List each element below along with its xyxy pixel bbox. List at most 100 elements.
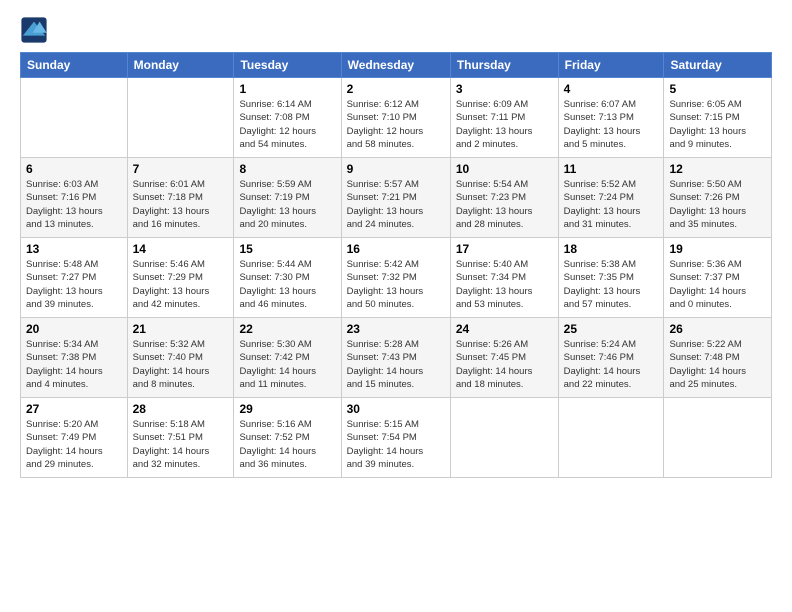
day-number: 5: [669, 82, 766, 96]
day-info: Sunrise: 5:32 AM Sunset: 7:40 PM Dayligh…: [133, 338, 229, 391]
calendar-cell: 2 Sunrise: 6:12 AM Sunset: 7:10 PM Daylig…: [341, 78, 450, 158]
day-info: Sunrise: 5:20 AM Sunset: 7:49 PM Dayligh…: [26, 418, 122, 471]
day-number: 3: [456, 82, 553, 96]
day-info: Sunrise: 5:44 AM Sunset: 7:30 PM Dayligh…: [239, 258, 335, 311]
day-number: 1: [239, 82, 335, 96]
page: SundayMondayTuesdayWednesdayThursdayFrid…: [0, 0, 792, 612]
day-info: Sunrise: 6:07 AM Sunset: 7:13 PM Dayligh…: [564, 98, 659, 151]
calendar-week-3: 13 Sunrise: 5:48 AM Sunset: 7:27 PM Dayli…: [21, 238, 772, 318]
day-number: 2: [347, 82, 445, 96]
day-info: Sunrise: 5:48 AM Sunset: 7:27 PM Dayligh…: [26, 258, 122, 311]
calendar-cell: 18Sunrise: 5:38 AM Sunset: 7:35 PM Dayli…: [558, 238, 664, 318]
calendar-cell: 28 Sunrise: 5:18 AM Sunset: 7:51 PM Dayli…: [127, 398, 234, 478]
calendar-cell: [21, 78, 128, 158]
calendar-week-5: 27 Sunrise: 5:20 AM Sunset: 7:49 PM Dayli…: [21, 398, 772, 478]
day-number: 27: [26, 402, 122, 416]
day-number: 25: [564, 322, 659, 336]
calendar-week-1: 1 Sunrise: 6:14 AM Sunset: 7:08 PM Daylig…: [21, 78, 772, 158]
day-info: Sunrise: 5:46 AM Sunset: 7:29 PM Dayligh…: [133, 258, 229, 311]
day-info: Sunrise: 6:09 AM Sunset: 7:11 PM Dayligh…: [456, 98, 553, 151]
day-info: Sunrise: 5:26 AM Sunset: 7:45 PM Dayligh…: [456, 338, 553, 391]
day-info: Sunrise: 5:50 AM Sunset: 7:26 PM Dayligh…: [669, 178, 766, 231]
day-info: Sunrise: 5:42 AM Sunset: 7:32 PM Dayligh…: [347, 258, 445, 311]
day-number: 26: [669, 322, 766, 336]
day-number: 28: [133, 402, 229, 416]
calendar-cell: 15 Sunrise: 5:44 AM Sunset: 7:30 PM Dayli…: [234, 238, 341, 318]
calendar-cell: 6 Sunrise: 6:03 AM Sunset: 7:16 PM Daylig…: [21, 158, 128, 238]
calendar-cell: 8Sunrise: 5:59 AM Sunset: 7:19 PM Daylig…: [234, 158, 341, 238]
calendar-cell: 16 Sunrise: 5:42 AM Sunset: 7:32 PM Dayli…: [341, 238, 450, 318]
day-info: Sunrise: 6:05 AM Sunset: 7:15 PM Dayligh…: [669, 98, 766, 151]
calendar-cell: 12Sunrise: 5:50 AM Sunset: 7:26 PM Dayli…: [664, 158, 772, 238]
calendar-cell: [450, 398, 558, 478]
calendar-cell: 24 Sunrise: 5:26 AM Sunset: 7:45 PM Dayli…: [450, 318, 558, 398]
day-number: 8: [239, 162, 335, 176]
day-info: Sunrise: 5:54 AM Sunset: 7:23 PM Dayligh…: [456, 178, 553, 231]
day-number: 16: [347, 242, 445, 256]
day-number: 11: [564, 162, 659, 176]
day-info: Sunrise: 5:22 AM Sunset: 7:48 PM Dayligh…: [669, 338, 766, 391]
day-info: Sunrise: 5:36 AM Sunset: 7:37 PM Dayligh…: [669, 258, 766, 311]
calendar-cell: 19 Sunrise: 5:36 AM Sunset: 7:37 PM Dayli…: [664, 238, 772, 318]
day-header-monday: Monday: [127, 53, 234, 78]
calendar-cell: 1 Sunrise: 6:14 AM Sunset: 7:08 PM Daylig…: [234, 78, 341, 158]
calendar-cell: [558, 398, 664, 478]
calendar-header-row: SundayMondayTuesdayWednesdayThursdayFrid…: [21, 53, 772, 78]
calendar-cell: 11 Sunrise: 5:52 AM Sunset: 7:24 PM Dayli…: [558, 158, 664, 238]
calendar-cell: 21 Sunrise: 5:32 AM Sunset: 7:40 PM Dayli…: [127, 318, 234, 398]
day-number: 10: [456, 162, 553, 176]
day-header-sunday: Sunday: [21, 53, 128, 78]
day-info: Sunrise: 5:52 AM Sunset: 7:24 PM Dayligh…: [564, 178, 659, 231]
calendar-cell: 4Sunrise: 6:07 AM Sunset: 7:13 PM Daylig…: [558, 78, 664, 158]
calendar-cell: 20 Sunrise: 5:34 AM Sunset: 7:38 PM Dayli…: [21, 318, 128, 398]
calendar-cell: 14 Sunrise: 5:46 AM Sunset: 7:29 PM Dayli…: [127, 238, 234, 318]
calendar-cell: 5 Sunrise: 6:05 AM Sunset: 7:15 PM Daylig…: [664, 78, 772, 158]
day-info: Sunrise: 5:34 AM Sunset: 7:38 PM Dayligh…: [26, 338, 122, 391]
calendar-cell: 7 Sunrise: 6:01 AM Sunset: 7:18 PM Daylig…: [127, 158, 234, 238]
calendar-cell: 30 Sunrise: 5:15 AM Sunset: 7:54 PM Dayli…: [341, 398, 450, 478]
day-number: 14: [133, 242, 229, 256]
calendar-cell: 3 Sunrise: 6:09 AM Sunset: 7:11 PM Daylig…: [450, 78, 558, 158]
day-header-thursday: Thursday: [450, 53, 558, 78]
header: [20, 16, 772, 44]
calendar-week-2: 6 Sunrise: 6:03 AM Sunset: 7:16 PM Daylig…: [21, 158, 772, 238]
calendar-cell: 29 Sunrise: 5:16 AM Sunset: 7:52 PM Dayli…: [234, 398, 341, 478]
day-number: 19: [669, 242, 766, 256]
day-info: Sunrise: 6:01 AM Sunset: 7:18 PM Dayligh…: [133, 178, 229, 231]
calendar-cell: 22 Sunrise: 5:30 AM Sunset: 7:42 PM Dayli…: [234, 318, 341, 398]
day-info: Sunrise: 6:12 AM Sunset: 7:10 PM Dayligh…: [347, 98, 445, 151]
day-info: Sunrise: 5:16 AM Sunset: 7:52 PM Dayligh…: [239, 418, 335, 471]
day-number: 17: [456, 242, 553, 256]
day-info: Sunrise: 5:57 AM Sunset: 7:21 PM Dayligh…: [347, 178, 445, 231]
day-number: 20: [26, 322, 122, 336]
day-info: Sunrise: 5:30 AM Sunset: 7:42 PM Dayligh…: [239, 338, 335, 391]
calendar-cell: 17 Sunrise: 5:40 AM Sunset: 7:34 PM Dayli…: [450, 238, 558, 318]
day-number: 9: [347, 162, 445, 176]
day-number: 30: [347, 402, 445, 416]
day-info: Sunrise: 5:38 AM Sunset: 7:35 PM Dayligh…: [564, 258, 659, 311]
day-info: Sunrise: 5:18 AM Sunset: 7:51 PM Dayligh…: [133, 418, 229, 471]
calendar-week-4: 20 Sunrise: 5:34 AM Sunset: 7:38 PM Dayli…: [21, 318, 772, 398]
day-number: 7: [133, 162, 229, 176]
calendar-cell: 25Sunrise: 5:24 AM Sunset: 7:46 PM Dayli…: [558, 318, 664, 398]
day-number: 29: [239, 402, 335, 416]
day-header-wednesday: Wednesday: [341, 53, 450, 78]
day-info: Sunrise: 5:40 AM Sunset: 7:34 PM Dayligh…: [456, 258, 553, 311]
logo-icon: [20, 16, 48, 44]
calendar-cell: 26 Sunrise: 5:22 AM Sunset: 7:48 PM Dayli…: [664, 318, 772, 398]
day-info: Sunrise: 5:15 AM Sunset: 7:54 PM Dayligh…: [347, 418, 445, 471]
day-number: 13: [26, 242, 122, 256]
day-info: Sunrise: 6:14 AM Sunset: 7:08 PM Dayligh…: [239, 98, 335, 151]
calendar-cell: 23Sunrise: 5:28 AM Sunset: 7:43 PM Dayli…: [341, 318, 450, 398]
day-info: Sunrise: 6:03 AM Sunset: 7:16 PM Dayligh…: [26, 178, 122, 231]
day-info: Sunrise: 5:28 AM Sunset: 7:43 PM Dayligh…: [347, 338, 445, 391]
day-number: 21: [133, 322, 229, 336]
day-header-saturday: Saturday: [664, 53, 772, 78]
day-header-tuesday: Tuesday: [234, 53, 341, 78]
day-number: 15: [239, 242, 335, 256]
day-number: 6: [26, 162, 122, 176]
day-number: 24: [456, 322, 553, 336]
calendar-cell: [127, 78, 234, 158]
calendar-cell: 27 Sunrise: 5:20 AM Sunset: 7:49 PM Dayli…: [21, 398, 128, 478]
day-number: 22: [239, 322, 335, 336]
